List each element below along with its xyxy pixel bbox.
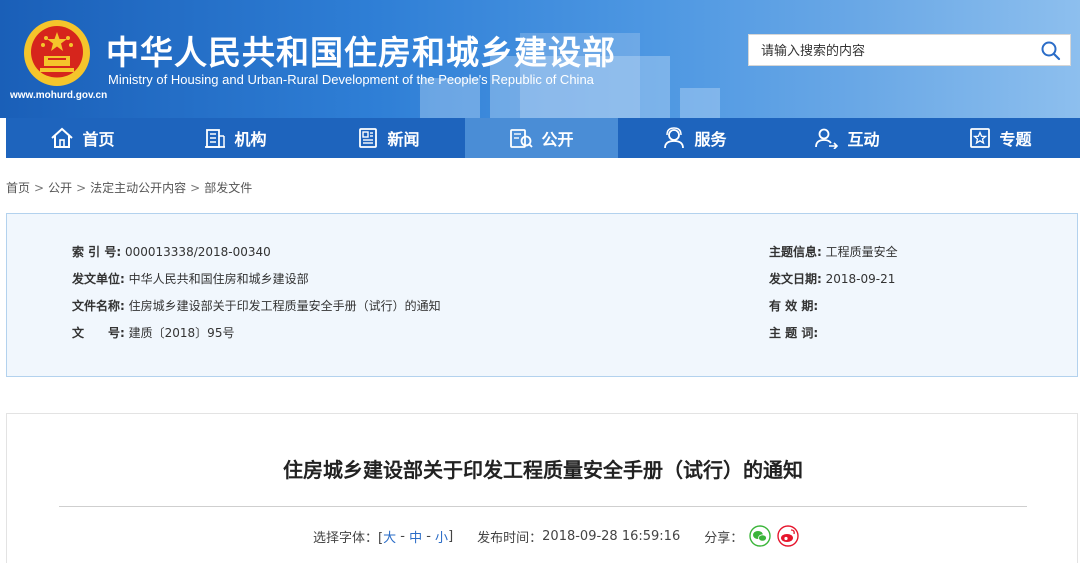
nav-label: 互动 bbox=[847, 130, 880, 149]
info-key: 发文日期: bbox=[769, 272, 822, 286]
publish-time-label: 发布时间： bbox=[477, 530, 543, 546]
home-icon bbox=[51, 127, 74, 148]
breadcrumb-separator: > bbox=[34, 181, 45, 195]
breadcrumb-legal-disclosure[interactable]: 法定主动公开内容 bbox=[90, 179, 186, 196]
nav-label: 机构 bbox=[234, 130, 267, 149]
nav-label: 新闻 bbox=[387, 130, 420, 149]
publish-time: 2018-09-28 16:59:16 bbox=[542, 528, 681, 544]
nav-label: 公开 bbox=[541, 130, 574, 149]
nav-item-news[interactable]: 新闻 bbox=[312, 118, 465, 158]
search-input[interactable] bbox=[759, 35, 1033, 67]
info-issue-date: 发文日期: 2018-09-21 bbox=[769, 270, 895, 287]
article-panel: 住房城乡建设部关于印发工程质量安全手册（试行）的通知 选择字体：[ 大 - 中 … bbox=[6, 413, 1078, 563]
disclosure-icon bbox=[510, 129, 534, 148]
topic-icon bbox=[970, 128, 991, 148]
nav-item-disclosure[interactable]: 公开 bbox=[465, 118, 618, 158]
font-medium-button[interactable]: 中 bbox=[409, 527, 422, 546]
nav-label: 专题 bbox=[999, 130, 1032, 149]
info-key: 文 号: bbox=[72, 326, 125, 340]
font-large-button[interactable]: 大 bbox=[383, 527, 396, 546]
article-title: 住房城乡建设部关于印发工程质量安全手册（试行）的通知 bbox=[283, 458, 803, 482]
info-key: 主题信息: bbox=[769, 245, 822, 259]
site-title-en: Ministry of Housing and Urban-Rural Deve… bbox=[108, 72, 594, 87]
breadcrumb-separator: > bbox=[190, 181, 201, 195]
info-key: 有 效 期: bbox=[769, 299, 819, 313]
breadcrumb-home[interactable]: 首页 bbox=[6, 179, 30, 196]
national-emblem-icon bbox=[24, 20, 90, 86]
interaction-icon bbox=[815, 128, 839, 149]
font-separator: - bbox=[396, 528, 410, 544]
info-value: 中华人民共和国住房和城乡建设部 bbox=[128, 272, 309, 286]
info-issuer: 发文单位: 中华人民共和国住房和城乡建设部 bbox=[72, 270, 309, 287]
search-icon[interactable] bbox=[1038, 38, 1064, 64]
nav-label: 服务 bbox=[694, 130, 727, 149]
breadcrumb-ministry-documents[interactable]: 部发文件 bbox=[204, 179, 252, 196]
share-label: 分享： bbox=[704, 530, 744, 546]
news-icon bbox=[359, 128, 378, 148]
font-separator: - bbox=[422, 528, 436, 544]
nav-item-service[interactable]: 服务 bbox=[618, 118, 771, 158]
article-meta: 选择字体：[ 大 - 中 - 小 ] 发布时间： 2018-09-28 16:5… bbox=[313, 525, 799, 547]
info-value: 建质〔2018〕95号 bbox=[128, 326, 235, 340]
info-key: 索 引 号: bbox=[72, 245, 122, 259]
weibo-share-icon[interactable] bbox=[777, 525, 799, 547]
breadcrumb: 首页 > 公开 > 法定主动公开内容 > 部发文件 bbox=[6, 179, 252, 196]
main-nav: 首页 机构 新闻 公开 服务 互动 专题 bbox=[6, 118, 1080, 158]
info-file-name: 文件名称: 住房城乡建设部关于印发工程质量安全手册（试行）的通知 bbox=[72, 297, 441, 314]
building-icon bbox=[205, 129, 226, 148]
info-value: 工程质量安全 bbox=[825, 245, 898, 259]
document-info-panel: 索 引 号: 000013338/2018-00340 发文单位: 中华人民共和… bbox=[6, 213, 1078, 377]
breadcrumb-separator: > bbox=[76, 181, 87, 195]
info-value: 000013338/2018-00340 bbox=[124, 245, 271, 259]
font-size-label: 选择字体：[ bbox=[313, 530, 384, 546]
info-index-number: 索 引 号: 000013338/2018-00340 bbox=[72, 243, 271, 260]
info-keywords: 主 题 词: bbox=[769, 324, 818, 341]
wechat-share-icon[interactable] bbox=[749, 525, 771, 547]
building-silhouette bbox=[680, 88, 720, 118]
info-key: 文件名称: bbox=[72, 299, 125, 313]
info-topic: 主题信息: 工程质量安全 bbox=[769, 243, 898, 260]
nav-item-home[interactable]: 首页 bbox=[6, 118, 159, 158]
info-document-number: 文 号: 建质〔2018〕95号 bbox=[72, 324, 234, 341]
info-value: 2018-09-21 bbox=[825, 272, 896, 286]
font-small-button[interactable]: 小 bbox=[435, 527, 448, 546]
info-validity: 有 效 期: bbox=[769, 297, 818, 314]
search-box bbox=[748, 34, 1071, 67]
site-header: 中华人民共和国住房和城乡建设部 Ministry of Housing and … bbox=[0, 0, 1080, 118]
breadcrumb-disclosure[interactable]: 公开 bbox=[48, 179, 72, 196]
font-size-close: ] bbox=[448, 528, 454, 544]
nav-item-topic[interactable]: 专题 bbox=[924, 118, 1077, 158]
info-key: 发文单位: bbox=[72, 272, 125, 286]
title-divider bbox=[59, 506, 1027, 507]
info-value: 住房城乡建设部关于印发工程质量安全手册（试行）的通知 bbox=[128, 299, 441, 313]
info-key: 主 题 词: bbox=[769, 326, 819, 340]
nav-label: 首页 bbox=[82, 130, 115, 149]
nav-item-interaction[interactable]: 互动 bbox=[771, 118, 924, 158]
site-title-cn: 中华人民共和国住房和城乡建设部 bbox=[106, 33, 616, 72]
site-url: www.mohurd.gov.cn bbox=[10, 90, 108, 101]
nav-item-organization[interactable]: 机构 bbox=[159, 118, 312, 158]
service-icon bbox=[664, 127, 685, 149]
